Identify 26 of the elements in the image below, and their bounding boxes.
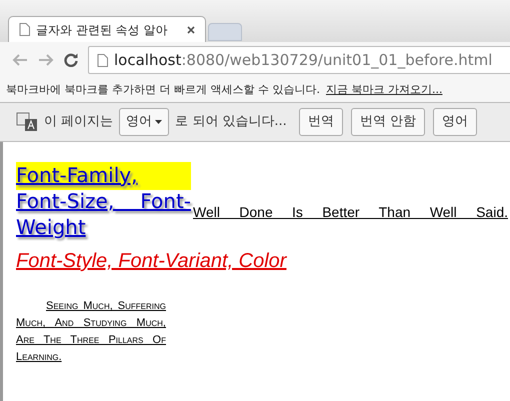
address-bar[interactable]: localhost:8080/web130729/unit01_01_before.html <box>88 46 510 74</box>
import-bookmarks-link[interactable]: 지금 북마크 가져오기... <box>326 82 442 98</box>
translate-bar-button[interactable]: 번역 안함 <box>350 108 425 136</box>
motto-text: Well Done Is Better Than Well Said. <box>193 203 508 222</box>
url-host: localhost <box>114 50 182 69</box>
translate-bar-button[interactable]: 영어 <box>432 108 477 136</box>
translate-icon <box>16 112 38 132</box>
page-heading: Font-Family, Font-Size, Font-Weight <box>16 162 191 240</box>
translate-message: 로 되어 있습니다... <box>175 113 287 132</box>
bookmark-bar-message: 북마크바에 북마크를 추가하면 더 빠르게 액세스할 수 있습니다. <box>6 82 320 98</box>
reload-icon[interactable] <box>64 53 78 67</box>
quote-text: Seeing Much, Suffering Much, And Studying Much, Are The Three Pillars Of Learning. <box>16 299 166 365</box>
page-subheading: Font-Style, Font-Variant, Color <box>16 249 288 274</box>
translate-message: 이 페이지는 <box>44 113 114 132</box>
new-tab-button[interactable] <box>208 23 242 41</box>
translate-bar-button[interactable]: 번역 <box>298 108 343 136</box>
browser-tab[interactable]: 글자와 관련된 속성 알아 <box>8 16 206 42</box>
page-icon <box>19 23 30 36</box>
language-dropdown[interactable]: 영어 <box>119 108 170 136</box>
close-icon[interactable] <box>187 26 195 34</box>
tab-title: 글자와 관련된 속성 알아 <box>36 22 168 38</box>
back-icon[interactable] <box>12 54 28 66</box>
url-path: :8080/web130729/unit01_01_before.html <box>181 50 492 69</box>
caret-icon <box>155 120 162 124</box>
page-icon <box>97 54 108 66</box>
forward-icon[interactable] <box>38 54 54 66</box>
